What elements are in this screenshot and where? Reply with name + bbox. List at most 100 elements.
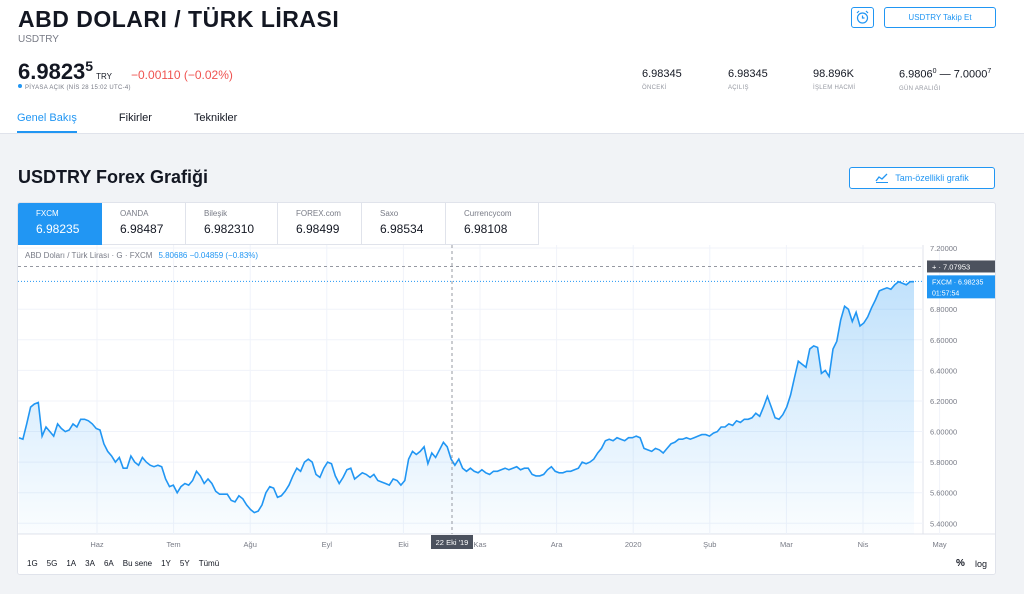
period-1m[interactable]: 1A xyxy=(66,559,76,568)
x-tick-label: Ağu xyxy=(244,540,257,549)
time-axis-background xyxy=(18,534,995,574)
y-tick-label: 6.00000 xyxy=(930,428,957,437)
price-currency: TRY xyxy=(96,72,112,81)
stat-volume: 98.896K İŞLEM HACMİ xyxy=(813,68,855,91)
percent-scale-toggle[interactable]: % xyxy=(956,558,965,569)
provider-name: FOREX.com xyxy=(296,209,341,218)
provider-tab-oanda[interactable]: OANDA 6.98487 xyxy=(102,203,186,245)
legend-symbol: ABD Doları / Türk Lirası · G · FXCM xyxy=(25,251,153,260)
x-tick-label: Mar xyxy=(780,540,793,549)
chart-legend: ABD Doları / Türk Lirası · G · FXCM 5.806… xyxy=(25,251,258,260)
x-tick-label: Nis xyxy=(858,540,869,549)
x-tick-label: 2020 xyxy=(625,540,642,549)
period-1y[interactable]: 1Y xyxy=(161,559,171,568)
y-tick-label: 7.20000 xyxy=(930,245,957,253)
x-tick-label: Kas xyxy=(474,540,487,549)
period-all[interactable]: Tümü xyxy=(199,559,219,568)
stat-value: 98.896K xyxy=(813,68,854,80)
y-tick-label: 6.60000 xyxy=(930,336,957,345)
crosshair-y-label: + · 7.07953 xyxy=(932,262,970,271)
provider-name: Saxo xyxy=(380,209,399,218)
crosshair-x-label: 22 Eki '19 xyxy=(436,538,469,547)
symbol-header: ABD DOLARI / TÜRK LİRASI USDTRY 6.98235T… xyxy=(0,0,1024,134)
x-tick-label: Tem xyxy=(167,540,181,549)
provider-tab-composite[interactable]: Bileşik 6.982310 xyxy=(186,203,278,245)
y-tick-label: 6.80000 xyxy=(930,305,957,314)
stat-label: ÖNCEKİ xyxy=(642,85,667,91)
x-tick-label: Eyl xyxy=(322,540,333,549)
period-5y[interactable]: 5Y xyxy=(180,559,190,568)
x-tick-label: Eki xyxy=(398,540,409,549)
full-featured-chart-button[interactable]: Tam-özellikli grafik xyxy=(849,167,995,189)
price-change: −0.00110 (−0.02%) xyxy=(131,68,233,82)
provider-name: FXCM xyxy=(36,209,59,218)
range-separator: — xyxy=(936,68,954,81)
range-high-sup: 7 xyxy=(987,68,992,75)
follow-symbol-button[interactable]: USDTRY Takip Et xyxy=(884,7,996,28)
tab-overview[interactable]: Genel Bakış xyxy=(17,112,77,133)
symbol-tabs: Genel Bakış Fikirler Teknikler xyxy=(17,112,279,133)
provider-tab-currencycom[interactable]: Currencycom 6.98108 xyxy=(446,203,539,245)
period-1d[interactable]: 1G xyxy=(27,559,38,568)
y-tick-label: 5.40000 xyxy=(930,519,957,528)
price-main: 6.9823 xyxy=(18,59,86,84)
section-title: USDTRY Forex Grafiği xyxy=(18,167,209,187)
provider-tab-forexcom[interactable]: FOREX.com 6.98499 xyxy=(278,203,362,245)
provider-price: 6.98487 xyxy=(120,222,164,236)
provider-name: Bileşik xyxy=(204,209,228,218)
provider-price: 6.98235 xyxy=(36,222,80,236)
chart-card: FXCM 6.98235 OANDA 6.98487 Bileşik 6.982… xyxy=(17,202,996,575)
y-tick-label: 5.60000 xyxy=(930,489,957,498)
provider-price: 6.982310 xyxy=(204,222,255,236)
period-selector: 1G 5G 1A 3A 6A Bu sene 1Y 5Y Tümü xyxy=(27,559,219,568)
tab-technicals[interactable]: Teknikler xyxy=(194,112,237,132)
provider-tabs: FXCM 6.98235 OANDA 6.98487 Bileşik 6.982… xyxy=(18,203,539,245)
countdown-label: 01:57:54 xyxy=(932,290,959,297)
price-superscript: 5 xyxy=(85,58,94,74)
last-price-label: FXCM · 6.98235 xyxy=(932,279,983,286)
stat-day-range: 6.98060 — 7.00007 GÜN ARALIĞI xyxy=(899,68,991,92)
market-status-dot-icon xyxy=(18,84,22,88)
page-title: ABD DOLARI / TÜRK LİRASI xyxy=(18,6,340,32)
y-tick-label: 5.80000 xyxy=(930,458,957,467)
tab-ideas[interactable]: Fikirler xyxy=(119,112,152,132)
market-status-text: PİYASA AÇIK (NİS 28 15:02 UTC-4) xyxy=(25,85,131,91)
line-chart-icon xyxy=(875,173,889,183)
range-low: 6.9806 xyxy=(899,68,933,81)
last-price: 6.98235TRY xyxy=(18,58,112,85)
ticker-symbol: USDTRY xyxy=(18,34,59,45)
add-alert-button[interactable] xyxy=(851,7,874,28)
legend-values: 5.80686 −0.04859 (−0.83%) xyxy=(158,251,259,260)
period-ytd[interactable]: Bu sene xyxy=(123,559,152,568)
stat-value: 6.98345 xyxy=(728,68,768,80)
period-5d[interactable]: 5G xyxy=(47,559,58,568)
log-scale-toggle[interactable]: log xyxy=(975,559,987,569)
y-tick-label: 6.20000 xyxy=(930,397,957,406)
x-tick-label: Haz xyxy=(90,540,104,549)
stat-value: 6.98345 xyxy=(642,68,682,80)
provider-price: 6.98534 xyxy=(380,222,424,236)
series-area xyxy=(19,281,914,534)
price-chart-svg[interactable]: Haz Tem Ağu Eyl Eki Kas Ara 2020 Şub Mar Nis May 7.2… xyxy=(18,244,996,575)
provider-price: 6.98108 xyxy=(464,222,508,236)
x-tick-label: Ara xyxy=(551,540,564,549)
x-tick-label: May xyxy=(933,540,947,549)
stat-label: GÜN ARALIĞI xyxy=(899,85,941,92)
stat-open: 6.98345 AÇILIŞ xyxy=(728,68,768,91)
provider-name: OANDA xyxy=(120,209,149,218)
alarm-clock-icon xyxy=(856,10,869,24)
stat-previous: 6.98345 ÖNCEKİ xyxy=(642,68,682,91)
period-3m[interactable]: 3A xyxy=(85,559,95,568)
price-chart[interactable]: Haz Tem Ağu Eyl Eki Kas Ara 2020 Şub Mar Nis May 7.2… xyxy=(18,244,996,575)
period-6m[interactable]: 6A xyxy=(104,559,114,568)
y-tick-label: 6.40000 xyxy=(930,366,957,375)
provider-name: Currencycom xyxy=(464,209,512,218)
full-featured-chart-label: Tam-özellikli grafik xyxy=(895,173,969,183)
stat-value: 6.98060 — 7.00007 xyxy=(899,68,991,81)
x-tick-label: Şub xyxy=(703,540,716,549)
provider-tab-saxo[interactable]: Saxo 6.98534 xyxy=(362,203,446,245)
stat-label: İŞLEM HACMİ xyxy=(813,85,856,91)
provider-price: 6.98499 xyxy=(296,222,340,236)
provider-tab-fxcm[interactable]: FXCM 6.98235 xyxy=(18,203,102,245)
stat-label: AÇILIŞ xyxy=(728,85,749,91)
